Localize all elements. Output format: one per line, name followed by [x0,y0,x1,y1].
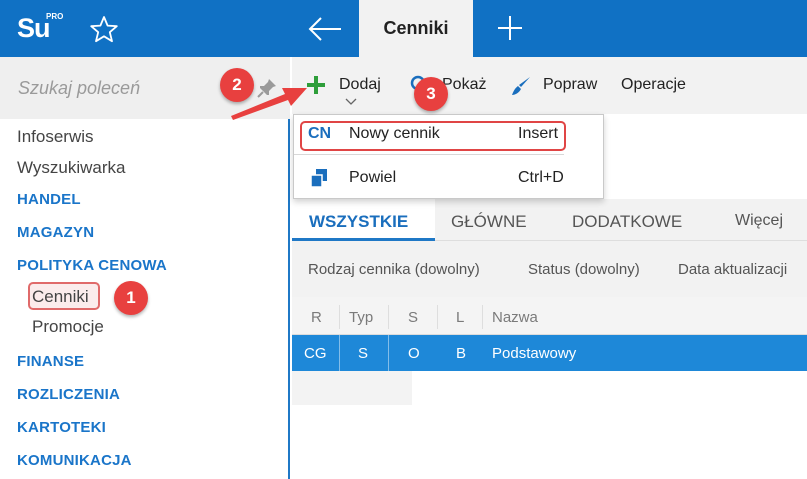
table-header: R Typ S L Nazwa [292,297,807,335]
column-header-s[interactable]: S [408,309,418,326]
toolbar: Dodaj Pokaż Popraw Operacje [292,57,807,114]
column-divider [482,305,483,329]
sidebar-category-magazyn[interactable]: MAGAZYN [17,224,94,241]
sidebar-category-finanse[interactable]: FINANSE [17,353,84,370]
cell-s: O [408,345,420,362]
cell-l: B [456,345,467,362]
column-header-l[interactable]: L [456,309,464,326]
table-row[interactable]: CG S O B Podstawowy [292,335,807,371]
tab-dodatkowe-label: DODATKOWE [572,212,683,231]
sidebar-item-cenniki[interactable]: Cenniki [32,287,89,307]
filter-status[interactable]: Status (dowolny) [528,261,640,278]
callout-badge-2: 2 [220,68,254,102]
tab-dodatkowe[interactable]: DODATKOWE [557,199,707,241]
tab-cenniki[interactable]: Cenniki [359,0,473,57]
tab-wiecej[interactable]: Więcej [720,199,800,241]
operations-button[interactable]: Operacje [621,75,701,97]
menu-item-code: CN [308,125,332,142]
cell-r: CG [304,345,327,362]
column-divider [388,305,389,329]
column-header-typ[interactable]: Typ [349,309,373,326]
cell-typ: S [358,345,369,362]
column-header-nazwa[interactable]: Nazwa [492,309,538,326]
search-input[interactable] [18,75,238,101]
add-button[interactable]: Dodaj [306,75,396,97]
tab-wszystkie-label: WSZYSTKIE [309,212,409,231]
filter-rodzaj-cennika[interactable]: Rodzaj cennika (dowolny) [308,261,480,278]
column-divider [339,305,340,329]
tab-cenniki-label: Cenniki [383,18,449,38]
add-dropdown-menu: CN Nowy cennik Insert Powiel Ctrl+D [293,114,604,199]
callout-badge-1: 1 [114,281,148,315]
sidebar-item-infoserwis[interactable]: Infoserwis [17,127,94,147]
star-icon[interactable] [88,14,120,44]
operations-button-label: Operacje [621,76,686,93]
filter-row: Rodzaj cennika (dowolny) Status (dowolny… [292,241,807,297]
sidebar-category-komunikacja[interactable]: KOMUNIKACJA [17,452,132,469]
sidebar-item-wyszukiwarka[interactable]: Wyszukiwarka [17,158,125,178]
menu-item-shortcut: Insert [518,125,559,142]
tab-glowne[interactable]: GŁÓWNE [437,199,553,241]
tab-wszystkie[interactable]: WSZYSTKIE [292,199,435,241]
cell-divider [388,335,389,371]
sidebar-category-handel[interactable]: HANDEL [17,191,81,208]
menu-item-label: Powiel [349,169,397,186]
column-divider [437,305,438,329]
tab-wiecej-label: Więcej [735,212,784,229]
show-button-label: Pokaż [442,76,487,93]
app-logo[interactable]: Su PRO [0,0,70,57]
tabs-row: WSZYSTKIE GŁÓWNE DODATKOWE Więcej [292,199,807,241]
tab-glowne-label: GŁÓWNE [451,212,527,231]
logo-badge: PRO [46,12,64,21]
add-button-label: Dodaj [339,76,381,93]
menu-item-new-pricelist[interactable]: CN Nowy cennik Insert [294,115,574,154]
edit-button-label: Popraw [543,76,598,93]
sidebar-item-promocje[interactable]: Promocje [32,317,104,337]
chevron-down-icon[interactable] [345,97,357,107]
copy-icon [310,169,327,188]
empty-row-area [292,371,412,405]
logo-text: Su [17,13,51,43]
top-bar: Su PRO Cenniki [0,0,807,57]
back-arrow-icon[interactable] [305,12,345,46]
callout-badge-3: 3 [414,77,448,111]
sidebar-category-rozliczenia[interactable]: ROZLICZENIA [17,386,120,403]
edit-button[interactable]: Popraw [510,75,600,97]
column-header-r[interactable]: R [311,309,322,326]
menu-item-label: Nowy cennik [349,125,440,142]
cell-divider [339,335,340,371]
filter-data-aktualizacji[interactable]: Data aktualizacji [678,261,787,278]
plus-icon[interactable] [494,12,526,44]
sidebar-category-polityka-cenowa[interactable]: POLITYKA CENOWA [17,257,167,274]
menu-item-duplicate[interactable]: Powiel Ctrl+D [294,155,603,199]
menu-item-shortcut: Ctrl+D [518,169,564,186]
brush-icon [512,77,530,95]
sidebar-category-kartoteki[interactable]: KARTOTEKI [17,419,106,436]
cell-nazwa: Podstawowy [492,345,577,362]
